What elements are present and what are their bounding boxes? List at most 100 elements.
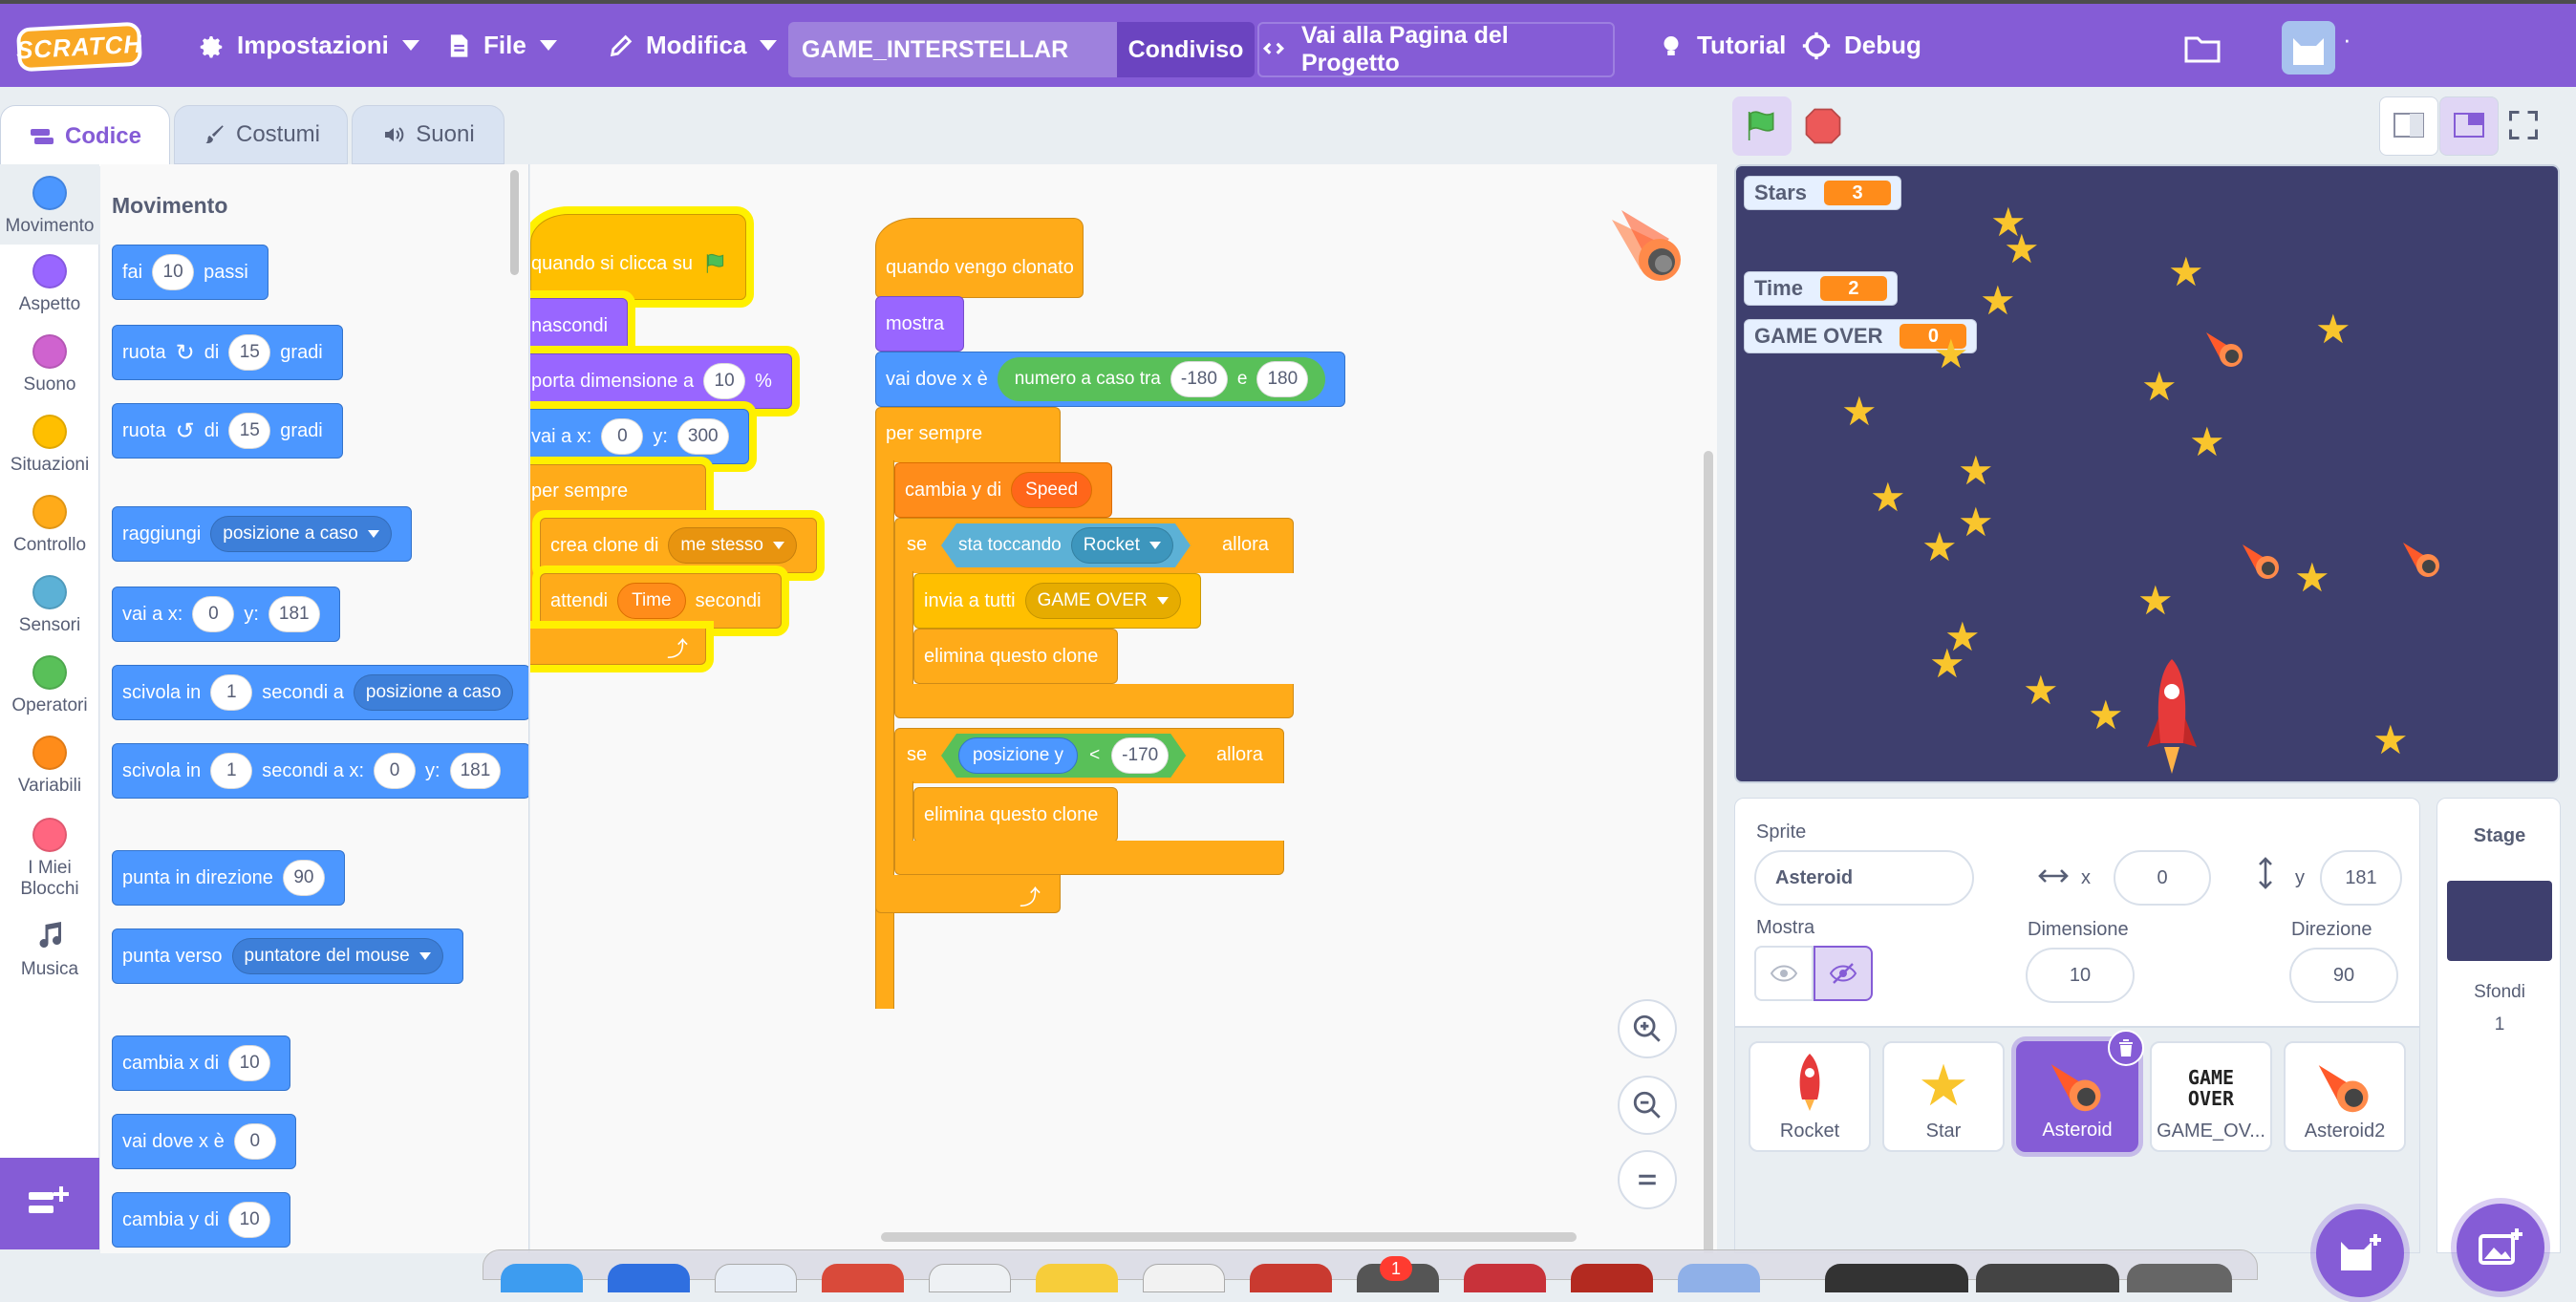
block-if-position[interactable]: se posizione y < -170 allora [894, 728, 1284, 783]
block-goto-xy[interactable]: vai a x: 0 y: 181 [112, 587, 340, 642]
number-input[interactable]: 10 [152, 254, 195, 290]
sprite-thumb-asteroid2[interactable]: Asteroid2 [2284, 1041, 2406, 1152]
star-sprite[interactable]: ★ [1958, 451, 1994, 491]
star-sprite[interactable]: ★ [2315, 309, 2351, 350]
sensing-touching[interactable]: sta toccando Rocket [941, 523, 1191, 567]
block-forever[interactable]: per sempre [875, 407, 1061, 462]
star-sprite[interactable]: ★ [2004, 229, 2040, 269]
block-set-x[interactable]: vai dove x è 0 [112, 1114, 296, 1169]
variable-reporter[interactable]: Time [617, 583, 686, 619]
settings-menu[interactable]: Impostazioni [197, 4, 419, 87]
script-vertical-scrollbar[interactable] [1704, 451, 1713, 1253]
direction-input[interactable]: 90 [2289, 948, 2398, 1003]
block-forever[interactable]: per sempre [530, 464, 706, 520]
number-input[interactable]: 0 [233, 1123, 276, 1160]
block-turn-right[interactable]: ruota ↻ di 15 gradi [112, 325, 343, 380]
block-set-size[interactable]: porta dimensione a 10% [530, 353, 792, 409]
category-sound[interactable]: Suono [0, 334, 99, 395]
asteroid-sprite[interactable] [2241, 539, 2283, 581]
star-sprite[interactable]: ★ [2141, 367, 2178, 407]
sprite-thumb-star[interactable]: ★ Star [1882, 1041, 2005, 1152]
number-input[interactable]: 15 [228, 334, 271, 371]
number-input[interactable]: 10 [228, 1202, 271, 1238]
palette-scrollbar[interactable] [510, 170, 519, 275]
block-delete-clone[interactable]: elimina questo clone [913, 787, 1119, 843]
debug-button[interactable]: Debug [1800, 4, 1921, 87]
target-dropdown[interactable]: puntatore del mouse [231, 938, 443, 974]
asteroid-sprite[interactable] [2401, 537, 2443, 579]
rocket-sprite[interactable] [2145, 655, 2199, 776]
add-backdrop-button[interactable] [2457, 1204, 2544, 1291]
tab-costumes[interactable]: Costumi [174, 105, 348, 164]
category-music[interactable]: Musica [0, 919, 99, 980]
stage-target-panel[interactable]: Stage Sfondi 1 [2436, 798, 2561, 1291]
normal-stage-button[interactable] [2439, 96, 2499, 156]
script-horizontal-scrollbar[interactable] [881, 1232, 1577, 1242]
category-my-blocks[interactable]: I Miei Blocchi [0, 818, 99, 900]
dock-app-icon[interactable] [822, 1264, 904, 1292]
star-sprite[interactable]: ★ [2372, 720, 2409, 760]
tutorial-button[interactable]: Tutorial [1657, 4, 1786, 87]
file-menu[interactable]: File [445, 4, 557, 87]
block-glide-xy[interactable]: scivola in 1 secondi a x: 0 y: 181 [112, 743, 528, 799]
touch-target-dropdown[interactable]: Rocket [1071, 527, 1173, 564]
star-sprite[interactable]: ★ [1929, 644, 1965, 684]
block-change-y[interactable]: cambia y di 10 [112, 1192, 291, 1248]
hat-when-flag-clicked[interactable]: quando si clicca su [530, 214, 746, 300]
block-turn-left[interactable]: ruota ↺ di 15 gradi [112, 403, 343, 459]
block-broadcast[interactable]: invia a tutti GAME OVER [913, 573, 1201, 629]
dock-app-icon[interactable] [1976, 1264, 2119, 1292]
stop-button[interactable] [1803, 106, 1843, 151]
number-input[interactable]: 181 [449, 753, 502, 789]
block-show[interactable]: mostra [875, 296, 965, 352]
category-control[interactable]: Controllo [0, 495, 99, 556]
green-flag-button[interactable] [1732, 96, 1792, 156]
scratch-logo[interactable]: SCRATCH [15, 21, 143, 73]
delete-sprite-button[interactable] [2108, 1030, 2144, 1066]
share-button[interactable]: Condiviso [1117, 22, 1255, 77]
category-variables[interactable]: Variabili [0, 736, 99, 797]
block-move-steps[interactable]: fai 10 passi [112, 245, 268, 300]
star-sprite[interactable]: ★ [2088, 695, 2124, 736]
number-input[interactable]: 15 [228, 413, 271, 449]
tab-sounds[interactable]: Suoni [352, 105, 504, 164]
dock-app-icon[interactable] [1464, 1264, 1546, 1292]
dock-app-icon[interactable] [2127, 1264, 2232, 1292]
folder-icon[interactable] [2184, 34, 2221, 68]
block-create-clone[interactable]: crea clone di me stesso [540, 518, 817, 573]
number-input[interactable]: 0 [601, 418, 644, 455]
block-change-x[interactable]: cambia x di 10 [112, 1035, 291, 1091]
sprite-name-input[interactable]: Asteroid [1754, 850, 1974, 906]
number-input[interactable]: 0 [374, 753, 416, 789]
number-input[interactable]: -170 [1111, 737, 1169, 774]
category-operators[interactable]: Operatori [0, 655, 99, 716]
y-position-reporter[interactable]: posizione y [958, 737, 1078, 774]
block-goto-target[interactable]: raggiungi posizione a caso [112, 506, 412, 562]
dock-app-icon[interactable] [1825, 1264, 1968, 1292]
edit-menu[interactable]: Modifica [608, 4, 778, 87]
star-sprite[interactable]: ★ [2294, 558, 2330, 598]
x-input[interactable]: 0 [2114, 850, 2211, 906]
number-input[interactable]: 1 [210, 753, 253, 789]
number-input[interactable]: 90 [282, 860, 325, 896]
dock-app-icon[interactable] [1571, 1264, 1653, 1292]
number-input[interactable]: 180 [1256, 361, 1309, 397]
zoom-out-button[interactable] [1618, 1076, 1677, 1135]
add-extension-button[interactable] [0, 1158, 99, 1249]
block-wait[interactable]: attendi Time secondi [540, 573, 782, 629]
operator-random[interactable]: numero a caso tra -180 e 180 [997, 357, 1326, 401]
star-sprite[interactable]: ★ [1841, 392, 1878, 432]
project-page-button[interactable]: Vai alla Pagina del Progetto [1257, 22, 1615, 77]
block-point-direction[interactable]: punta in direzione 90 [112, 850, 345, 906]
project-title-input[interactable] [788, 22, 1117, 77]
block-point-towards[interactable]: punta verso puntatore del mouse [112, 928, 463, 984]
dock-app-icon[interactable] [1143, 1264, 1225, 1292]
size-input[interactable]: 10 [2026, 948, 2135, 1003]
message-dropdown[interactable]: GAME OVER [1024, 583, 1181, 619]
category-sensing[interactable]: Sensori [0, 575, 99, 636]
stage-thumbnail[interactable] [2447, 881, 2552, 961]
dock-app-icon[interactable] [715, 1264, 797, 1292]
number-input[interactable]: 1 [210, 674, 253, 711]
star-sprite[interactable]: ★ [2137, 581, 2174, 621]
add-sprite-button[interactable] [2316, 1209, 2404, 1297]
